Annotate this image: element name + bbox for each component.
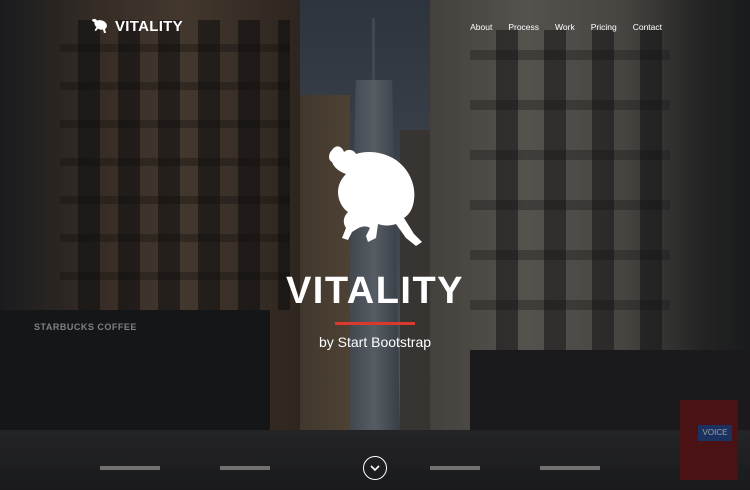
brand-link[interactable]: VITALITY — [90, 16, 183, 36]
nav-menu: About Process Work Pricing Contact — [470, 22, 662, 32]
hero-title: VITALITY — [285, 270, 465, 312]
brand-name: VITALITY — [115, 17, 183, 35]
scroll-down-button[interactable] — [363, 456, 387, 480]
navbar: VITALITY About Process Work Pricing Cont… — [0, 0, 750, 54]
hero-subtitle: by Start Bootstrap — [318, 334, 432, 350]
nav-link-process[interactable]: Process — [508, 22, 539, 32]
nav-link-pricing[interactable]: Pricing — [591, 22, 617, 32]
nav-link-work[interactable]: Work — [555, 22, 575, 32]
hero-divider — [335, 322, 415, 325]
chevron-down-icon — [370, 464, 380, 471]
bull-logo-icon — [329, 146, 422, 246]
bull-logo-icon — [92, 18, 107, 33]
nav-link-contact[interactable]: Contact — [633, 22, 662, 32]
nav-link-about[interactable]: About — [470, 22, 492, 32]
